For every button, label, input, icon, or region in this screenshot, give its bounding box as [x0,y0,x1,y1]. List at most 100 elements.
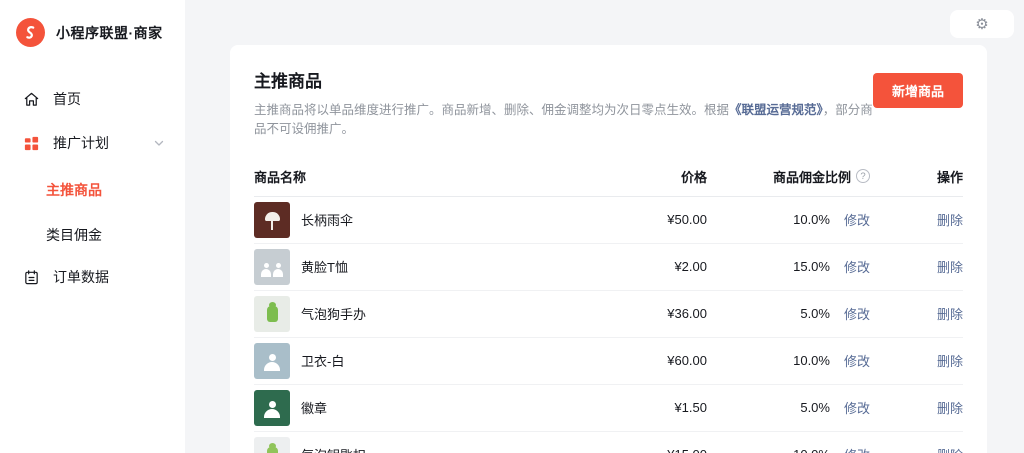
sidebar-item-label: 主推商品 [46,181,102,198]
header-price: 价格 [680,169,707,185]
commission-cell: 10.0% 修改 [707,445,870,453]
product-price: ¥2.00 [674,259,707,274]
sidebar-item-label: 推广计划 [53,135,109,151]
thumb-shape [264,212,280,230]
product-thumbnail [254,295,290,332]
page-description: 主推商品将以单品维度进行推广。商品新增、删除、佣金调整均为次日零点生效。根据《联… [254,101,873,139]
product-thumbnail [254,201,290,238]
sidebar-item-promotion-plan[interactable]: 推广计划 [0,121,185,165]
sidebar-item-label: 类目佣金 [46,226,102,243]
sidebar-item-category-commission[interactable]: 类目佣金 [0,214,185,255]
commission-cell: 10.0% 修改 [707,210,870,229]
main-area: ⚙ 主推商品 主推商品将以单品维度进行推广。商品新增、删除、佣金调整均为次日零点… [185,0,1024,453]
gear-icon: ⚙ [975,15,989,33]
order-icon [25,269,38,284]
product-name: 黄脸T恤 [301,260,348,275]
commission-value: 10.0% [793,353,830,368]
edit-link[interactable]: 修改 [844,257,870,276]
delete-link[interactable]: 删除 [937,307,963,322]
product-cell: 黄脸T恤 [254,248,557,285]
description-text: 主推商品将以单品维度进行推广。商品新增、删除、佣金调整均为次日零点生效。根据 [254,103,730,117]
edit-link[interactable]: 修改 [844,445,870,453]
commission-value: 5.0% [800,306,830,321]
sidebar-item-order-data[interactable]: 订单数据 [0,255,185,299]
delete-link[interactable]: 删除 [937,260,963,275]
action-cell: 删除 [870,304,963,323]
commission-value: 15.0% [793,259,830,274]
product-cell: 气泡狗手办 [254,295,557,332]
table-row: 黄脸T恤 ¥2.00 15.0% 修改 删除 [254,244,963,291]
thumb-shape [264,401,280,418]
product-price: ¥36.00 [667,306,707,321]
thumb-shape [266,442,278,453]
product-price: ¥1.50 [674,400,707,415]
product-name: 气泡狗手办 [301,307,367,322]
sidebar: 小程序联盟·商家 首页 推广计划 主推商品 类目佣金 订单数据 [0,0,185,453]
settings-button[interactable]: ⚙ [950,10,1014,38]
delete-link[interactable]: 删除 [937,213,963,228]
chevron-down-icon [154,140,164,146]
product-thumbnail [254,248,290,285]
thumb-shape [261,262,271,277]
app-logo-icon [16,18,45,47]
action-cell: 删除 [870,210,963,229]
product-thumbnail [254,342,290,379]
delete-link[interactable]: 删除 [937,401,963,416]
rules-link[interactable]: 《联盟运营规范》 [729,103,823,117]
product-cell: 卫衣-白 [254,342,557,379]
page-title: 主推商品 [254,72,322,91]
product-price: ¥60.00 [667,353,707,368]
product-thumbnail [254,389,290,426]
header-commission: 商品佣金比例 ? [707,167,870,186]
header-commission-label: 商品佣金比例 [772,169,851,185]
table-header-row: 商品名称 价格 商品佣金比例 ? 操作 [254,157,963,197]
action-cell: 删除 [870,257,963,276]
delete-link[interactable]: 删除 [937,448,963,453]
sidebar-item-label: 首页 [53,91,81,107]
app-title: 小程序联盟·商家 [56,24,163,41]
product-thumbnail [254,436,290,453]
commission-cell: 10.0% 修改 [707,351,870,370]
product-price: ¥50.00 [667,212,707,227]
help-icon[interactable]: ? [856,169,870,183]
action-cell: 删除 [870,445,963,453]
edit-link[interactable]: 修改 [844,398,870,417]
header-action: 操作 [936,169,963,185]
sidebar-nav: 首页 推广计划 主推商品 类目佣金 订单数据 [0,77,185,299]
commission-value: 10.0% [793,212,830,227]
thumb-shape [266,301,278,322]
product-cell: 气泡钥匙扣 [254,436,557,453]
product-cell: 徽章 [254,389,557,426]
table-row: 徽章 ¥1.50 5.0% 修改 删除 [254,385,963,432]
commission-cell: 15.0% 修改 [707,257,870,276]
edit-link[interactable]: 修改 [844,304,870,323]
content-card: 主推商品 主推商品将以单品维度进行推广。商品新增、删除、佣金调整均为次日零点生效… [230,45,987,453]
table-body: 长柄雨伞 ¥50.00 10.0% 修改 删除 黄脸T恤 ¥2.00 15.0%… [254,197,963,453]
table-row: 卫衣-白 ¥60.00 10.0% 修改 删除 [254,338,963,385]
card-header: 主推商品 主推商品将以单品维度进行推广。商品新增、删除、佣金调整均为次日零点生效… [254,67,963,139]
table-row: 气泡狗手办 ¥36.00 5.0% 修改 删除 [254,291,963,338]
product-name: 长柄雨伞 [301,213,354,228]
sidebar-item-label: 订单数据 [53,269,109,285]
commission-value: 5.0% [800,400,830,415]
header-product-name: 商品名称 [254,169,307,185]
sidebar-item-featured-products[interactable]: 主推商品 [0,169,185,210]
product-price: ¥15.00 [557,447,707,453]
commission-cell: 5.0% 修改 [707,398,870,417]
add-product-button[interactable]: 新增商品 [872,73,963,108]
grid-icon [24,136,39,150]
commission-value: 10.0% [793,447,830,453]
product-name: 徽章 [301,401,328,416]
action-cell: 删除 [870,351,963,370]
home-icon [24,92,39,106]
commission-cell: 5.0% 修改 [707,304,870,323]
delete-link[interactable]: 删除 [937,354,963,369]
edit-link[interactable]: 修改 [844,210,870,229]
table-row: 气泡钥匙扣 ¥15.00 10.0% 修改 删除 [254,432,963,453]
product-name: 气泡钥匙扣 [301,445,366,453]
sidebar-item-home[interactable]: 首页 [0,77,185,121]
products-table: 商品名称 价格 商品佣金比例 ? 操作 长柄雨伞 ¥50.00 10.0% 修改 [254,157,963,453]
table-row: 长柄雨伞 ¥50.00 10.0% 修改 删除 [254,197,963,244]
product-cell: 长柄雨伞 [254,201,557,238]
edit-link[interactable]: 修改 [844,351,870,370]
